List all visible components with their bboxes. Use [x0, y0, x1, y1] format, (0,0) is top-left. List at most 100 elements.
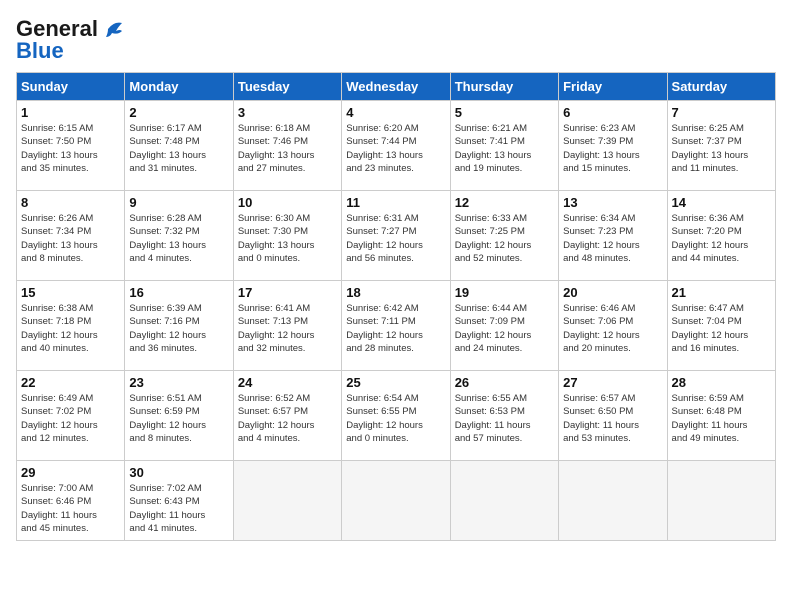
calendar-week-row: 15 Sunrise: 6:38 AM Sunset: 7:18 PM Dayli… — [17, 281, 776, 371]
calendar-day-cell — [450, 461, 558, 541]
calendar-day-cell: 1 Sunrise: 6:15 AM Sunset: 7:50 PM Daylig… — [17, 101, 125, 191]
day-number: 3 — [238, 105, 337, 120]
day-info: Sunrise: 6:23 AM Sunset: 7:39 PM Dayligh… — [563, 122, 662, 175]
day-info: Sunrise: 6:34 AM Sunset: 7:23 PM Dayligh… — [563, 212, 662, 265]
day-number: 22 — [21, 375, 120, 390]
day-number: 25 — [346, 375, 445, 390]
day-number: 20 — [563, 285, 662, 300]
day-info: Sunrise: 6:55 AM Sunset: 6:53 PM Dayligh… — [455, 392, 554, 445]
calendar-day-cell: 3 Sunrise: 6:18 AM Sunset: 7:46 PM Daylig… — [233, 101, 341, 191]
calendar-day-cell: 27 Sunrise: 6:57 AM Sunset: 6:50 PM Dayli… — [559, 371, 667, 461]
day-info: Sunrise: 6:59 AM Sunset: 6:48 PM Dayligh… — [672, 392, 771, 445]
day-info: Sunrise: 6:49 AM Sunset: 7:02 PM Dayligh… — [21, 392, 120, 445]
calendar-day-cell: 19 Sunrise: 6:44 AM Sunset: 7:09 PM Dayli… — [450, 281, 558, 371]
calendar-header-row: SundayMondayTuesdayWednesdayThursdayFrid… — [17, 73, 776, 101]
day-number: 16 — [129, 285, 228, 300]
calendar-day-cell: 13 Sunrise: 6:34 AM Sunset: 7:23 PM Dayli… — [559, 191, 667, 281]
calendar-day-cell: 8 Sunrise: 6:26 AM Sunset: 7:34 PM Daylig… — [17, 191, 125, 281]
day-number: 10 — [238, 195, 337, 210]
calendar-week-row: 1 Sunrise: 6:15 AM Sunset: 7:50 PM Daylig… — [17, 101, 776, 191]
day-info: Sunrise: 7:00 AM Sunset: 6:46 PM Dayligh… — [21, 482, 120, 535]
day-number: 9 — [129, 195, 228, 210]
logo-blue: Blue — [16, 38, 64, 64]
logo-bird-icon — [100, 19, 122, 39]
day-info: Sunrise: 6:46 AM Sunset: 7:06 PM Dayligh… — [563, 302, 662, 355]
calendar: SundayMondayTuesdayWednesdayThursdayFrid… — [16, 72, 776, 541]
day-number: 11 — [346, 195, 445, 210]
calendar-day-cell: 9 Sunrise: 6:28 AM Sunset: 7:32 PM Daylig… — [125, 191, 233, 281]
calendar-day-cell: 6Sunrise: 6:23 AM Sunset: 7:39 PM Daylig… — [559, 101, 667, 191]
calendar-day-cell: 11 Sunrise: 6:31 AM Sunset: 7:27 PM Dayli… — [342, 191, 450, 281]
day-number: 2 — [129, 105, 228, 120]
day-number: 7 — [672, 105, 771, 120]
day-number: 12 — [455, 195, 554, 210]
day-number: 23 — [129, 375, 228, 390]
day-info: Sunrise: 6:21 AM Sunset: 7:41 PM Dayligh… — [455, 122, 554, 175]
day-number: 29 — [21, 465, 120, 480]
calendar-week-row: 29 Sunrise: 7:00 AM Sunset: 6:46 PM Dayli… — [17, 461, 776, 541]
calendar-col-header: Sunday — [17, 73, 125, 101]
day-number: 28 — [672, 375, 771, 390]
day-number: 24 — [238, 375, 337, 390]
day-number: 30 — [129, 465, 228, 480]
day-info: Sunrise: 6:28 AM Sunset: 7:32 PM Dayligh… — [129, 212, 228, 265]
day-info: Sunrise: 6:33 AM Sunset: 7:25 PM Dayligh… — [455, 212, 554, 265]
calendar-col-header: Tuesday — [233, 73, 341, 101]
day-info: Sunrise: 6:26 AM Sunset: 7:34 PM Dayligh… — [21, 212, 120, 265]
calendar-day-cell: 2Sunrise: 6:17 AM Sunset: 7:48 PM Daylig… — [125, 101, 233, 191]
calendar-day-cell: 24 Sunrise: 6:52 AM Sunset: 6:57 PM Dayli… — [233, 371, 341, 461]
calendar-day-cell: 4 Sunrise: 6:20 AM Sunset: 7:44 PM Daylig… — [342, 101, 450, 191]
day-info: Sunrise: 6:54 AM Sunset: 6:55 PM Dayligh… — [346, 392, 445, 445]
day-number: 21 — [672, 285, 771, 300]
day-number: 4 — [346, 105, 445, 120]
calendar-day-cell: 16 Sunrise: 6:39 AM Sunset: 7:16 PM Dayli… — [125, 281, 233, 371]
day-number: 26 — [455, 375, 554, 390]
calendar-day-cell: 14Sunrise: 6:36 AM Sunset: 7:20 PM Dayli… — [667, 191, 775, 281]
day-number: 17 — [238, 285, 337, 300]
day-number: 13 — [563, 195, 662, 210]
day-number: 1 — [21, 105, 120, 120]
calendar-col-header: Friday — [559, 73, 667, 101]
day-number: 27 — [563, 375, 662, 390]
calendar-day-cell: 5 Sunrise: 6:21 AM Sunset: 7:41 PM Daylig… — [450, 101, 558, 191]
day-info: Sunrise: 6:15 AM Sunset: 7:50 PM Dayligh… — [21, 122, 120, 175]
day-info: Sunrise: 6:38 AM Sunset: 7:18 PM Dayligh… — [21, 302, 120, 355]
day-info: Sunrise: 6:52 AM Sunset: 6:57 PM Dayligh… — [238, 392, 337, 445]
calendar-day-cell: 20 Sunrise: 6:46 AM Sunset: 7:06 PM Dayli… — [559, 281, 667, 371]
day-info: Sunrise: 6:51 AM Sunset: 6:59 PM Dayligh… — [129, 392, 228, 445]
calendar-day-cell: 15 Sunrise: 6:38 AM Sunset: 7:18 PM Dayli… — [17, 281, 125, 371]
day-info: Sunrise: 7:02 AM Sunset: 6:43 PM Dayligh… — [129, 482, 228, 535]
logo: General Blue — [16, 16, 122, 64]
calendar-day-cell: 7 Sunrise: 6:25 AM Sunset: 7:37 PM Daylig… — [667, 101, 775, 191]
calendar-col-header: Saturday — [667, 73, 775, 101]
calendar-day-cell: 23 Sunrise: 6:51 AM Sunset: 6:59 PM Dayli… — [125, 371, 233, 461]
day-info: Sunrise: 6:42 AM Sunset: 7:11 PM Dayligh… — [346, 302, 445, 355]
calendar-week-row: 22 Sunrise: 6:49 AM Sunset: 7:02 PM Dayli… — [17, 371, 776, 461]
calendar-day-cell: 21Sunrise: 6:47 AM Sunset: 7:04 PM Dayli… — [667, 281, 775, 371]
day-info: Sunrise: 6:44 AM Sunset: 7:09 PM Dayligh… — [455, 302, 554, 355]
day-info: Sunrise: 6:20 AM Sunset: 7:44 PM Dayligh… — [346, 122, 445, 175]
calendar-col-header: Monday — [125, 73, 233, 101]
calendar-day-cell — [559, 461, 667, 541]
day-number: 15 — [21, 285, 120, 300]
day-info: Sunrise: 6:18 AM Sunset: 7:46 PM Dayligh… — [238, 122, 337, 175]
calendar-day-cell — [667, 461, 775, 541]
calendar-col-header: Thursday — [450, 73, 558, 101]
calendar-day-cell: 26 Sunrise: 6:55 AM Sunset: 6:53 PM Dayli… — [450, 371, 558, 461]
calendar-day-cell: 25 Sunrise: 6:54 AM Sunset: 6:55 PM Dayli… — [342, 371, 450, 461]
day-number: 8 — [21, 195, 120, 210]
day-info: Sunrise: 6:30 AM Sunset: 7:30 PM Dayligh… — [238, 212, 337, 265]
calendar-day-cell: 30 Sunrise: 7:02 AM Sunset: 6:43 PM Dayli… — [125, 461, 233, 541]
day-info: Sunrise: 6:57 AM Sunset: 6:50 PM Dayligh… — [563, 392, 662, 445]
day-number: 19 — [455, 285, 554, 300]
calendar-day-cell — [233, 461, 341, 541]
calendar-day-cell: 10 Sunrise: 6:30 AM Sunset: 7:30 PM Dayli… — [233, 191, 341, 281]
header: General Blue — [16, 16, 776, 64]
day-number: 5 — [455, 105, 554, 120]
day-info: Sunrise: 6:39 AM Sunset: 7:16 PM Dayligh… — [129, 302, 228, 355]
calendar-day-cell: 12 Sunrise: 6:33 AM Sunset: 7:25 PM Dayli… — [450, 191, 558, 281]
day-info: Sunrise: 6:31 AM Sunset: 7:27 PM Dayligh… — [346, 212, 445, 265]
day-info: Sunrise: 6:25 AM Sunset: 7:37 PM Dayligh… — [672, 122, 771, 175]
day-number: 18 — [346, 285, 445, 300]
day-info: Sunrise: 6:41 AM Sunset: 7:13 PM Dayligh… — [238, 302, 337, 355]
